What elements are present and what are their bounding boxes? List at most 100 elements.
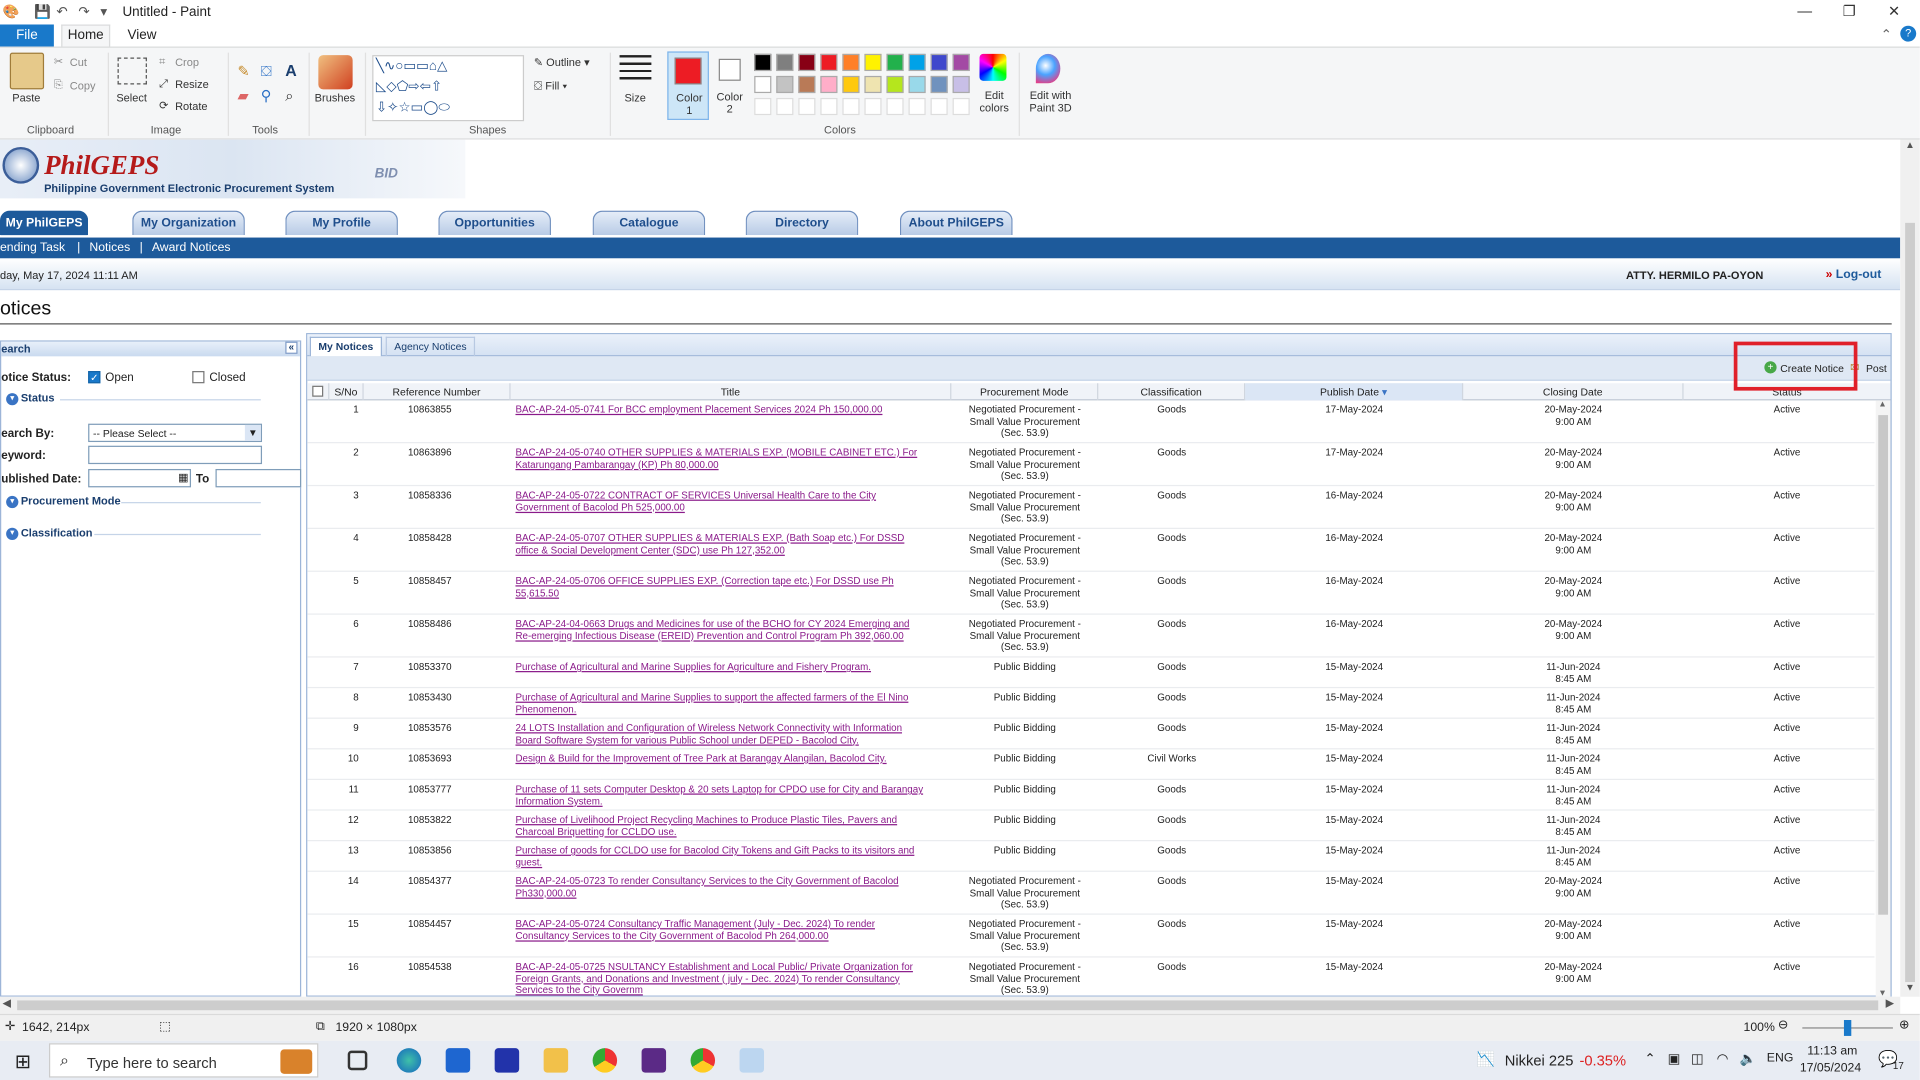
scroll-down-icon[interactable]: ▼ <box>1905 982 1915 993</box>
col-reference-number[interactable]: Reference Number <box>364 383 511 401</box>
published-date-from-input[interactable]: ▦ <box>88 468 192 488</box>
palette-color-swatch[interactable] <box>754 53 772 72</box>
paint3d-icon[interactable] <box>1035 53 1061 84</box>
palette-empty-swatch[interactable] <box>930 97 948 116</box>
help-icon[interactable]: ? <box>1900 25 1917 42</box>
table-row[interactable]: 16 10854538 BAC-AP-24-05-0725 NSULTANCY Es… <box>307 958 1874 997</box>
paste-icon[interactable] <box>9 52 45 90</box>
undo-icon[interactable]: ↶ <box>56 4 67 20</box>
palette-color-swatch[interactable] <box>754 75 772 94</box>
table-row[interactable]: 7 10853370 Purchase of Agricultural and Ma… <box>307 658 1875 689</box>
col-title[interactable]: Title <box>511 383 952 401</box>
expand-status-icon[interactable]: ▾ <box>6 393 19 406</box>
text-tool-icon[interactable]: A <box>285 61 296 79</box>
tray-chevron-icon[interactable]: ⌃ <box>1644 1051 1655 1067</box>
pdf-app-icon[interactable] <box>641 1048 667 1073</box>
minimize-icon[interactable]: — <box>1797 2 1812 19</box>
cell-title-link[interactable]: Purchase of Agricultural and Marine Supp… <box>515 692 948 715</box>
table-row[interactable]: 10 10853693 Design & Build for the Improve… <box>307 749 1875 781</box>
palette-color-swatch[interactable] <box>952 53 970 72</box>
procurement-mode-section-label[interactable]: Procurement Mode <box>21 495 121 507</box>
palette-color-swatch[interactable] <box>952 75 970 94</box>
palette-color-swatch[interactable] <box>886 75 904 94</box>
outline-button[interactable]: ✎ Outline ▾ <box>534 56 590 69</box>
subnav-pending-task[interactable]: ending Task <box>0 238 65 259</box>
size-button[interactable]: Size <box>624 92 645 104</box>
subnav-award-notices[interactable]: Award Notices <box>152 238 231 259</box>
table-row[interactable]: 4 10858428 BAC-AP-24-05-0707 OTHER SUPPLIE… <box>307 529 1875 572</box>
mail-icon[interactable] <box>445 1048 471 1073</box>
scroll-down-icon[interactable]: ▼ <box>1878 989 1886 996</box>
classification-section-label[interactable]: Classification <box>21 527 93 539</box>
cell-title-link[interactable]: BAC-AP-24-05-0723 To render Consultancy … <box>515 876 948 899</box>
grid-scrollbar[interactable]: ▲ ▼ <box>1875 400 1891 997</box>
scroll-up-icon[interactable]: ▲ <box>1905 140 1915 151</box>
col-procurement-mode[interactable]: Procurement Mode <box>951 383 1099 401</box>
resize-button[interactable]: Resize <box>175 78 209 90</box>
cell-title-link[interactable]: Purchase of 11 sets Computer Desktop & 2… <box>515 784 948 807</box>
table-row[interactable]: 6 10858486 BAC-AP-24-04-0663 Drugs and Med… <box>307 615 1875 658</box>
save-icon[interactable]: 💾 <box>34 4 51 20</box>
palette-color-swatch[interactable] <box>820 75 838 94</box>
cell-title-link[interactable]: 24 LOTS Installation and Configuration o… <box>515 722 948 745</box>
scroll-left-icon[interactable]: ◀ <box>2 997 10 1010</box>
wifi-icon[interactable]: ◠ <box>1717 1051 1729 1067</box>
canvas-horizontal-scrollbar[interactable]: ◀ ▶ <box>0 996 1901 1014</box>
table-row[interactable]: 14 10854377 BAC-AP-24-05-0723 To render Co… <box>307 872 1875 915</box>
palette-color-swatch[interactable] <box>908 53 926 72</box>
tab-file[interactable]: File <box>0 24 54 47</box>
nav-about-philgeps[interactable]: About PhilGEPS <box>899 210 1013 236</box>
cell-title-link[interactable]: BAC-AP-24-05-0724 Consultancy Traffic Ma… <box>515 918 948 941</box>
fill-bucket-icon[interactable]: ⛋ <box>261 62 272 80</box>
volume-icon[interactable]: 🔈 <box>1740 1051 1757 1067</box>
chevron-down-icon[interactable]: ▼ <box>244 424 261 441</box>
fill-button[interactable]: ⛋ Fill ▾ <box>534 80 567 93</box>
cell-title-link[interactable]: BAC-AP-24-05-0706 OFFICE SUPPLIES EXP. (… <box>515 576 948 599</box>
palette-empty-swatch[interactable] <box>908 97 926 116</box>
cut-icon[interactable]: ✂ <box>54 55 63 68</box>
brushes-icon[interactable] <box>318 55 353 90</box>
cell-title-link[interactable]: Design & Build for the Improvement of Tr… <box>515 753 948 765</box>
maximize-icon[interactable]: ❐ <box>1843 2 1856 19</box>
nav-my-philgeps[interactable]: My PhilGEPS <box>0 210 89 236</box>
palette-color-swatch[interactable] <box>776 53 794 72</box>
collapse-ribbon-icon[interactable]: ⌃ <box>1881 27 1892 43</box>
palette-empty-swatch[interactable] <box>820 97 838 116</box>
palette-color-swatch[interactable] <box>842 75 860 94</box>
windows-start-icon[interactable]: ⊞ <box>15 1049 31 1073</box>
logout-link[interactable]: » Log-out <box>1826 268 1882 281</box>
color1-button[interactable]: Color 1 <box>667 51 709 121</box>
select-button[interactable]: Select <box>116 92 147 104</box>
table-row[interactable]: 12 10853822 Purchase of Livelihood Project… <box>307 811 1875 842</box>
edit-colors-button[interactable]: Edit colors <box>980 89 1009 113</box>
open-checkbox[interactable]: ✓ <box>88 371 101 384</box>
rotate-button[interactable]: Rotate <box>175 100 207 112</box>
search-by-select[interactable]: -- Please Select -- ▼ <box>88 423 263 443</box>
table-row[interactable]: 15 10854457 BAC-AP-24-05-0724 Consultancy … <box>307 915 1875 958</box>
chrome-icon[interactable] <box>690 1048 716 1073</box>
table-row[interactable]: 3 10858336 BAC-AP-24-05-0722 CONTRACT OF S… <box>307 486 1875 529</box>
redo-icon[interactable]: ↷ <box>78 4 89 20</box>
stock-name[interactable]: Nikkei 225 <box>1505 1052 1574 1069</box>
col-publish-date[interactable]: Publish Date ▾ <box>1245 383 1464 401</box>
scroll-right-icon[interactable]: ▶ <box>1886 997 1894 1010</box>
palette-color-swatch[interactable] <box>842 53 860 72</box>
cell-title-link[interactable]: BAC-AP-24-05-0722 CONTRACT OF SERVICES U… <box>515 490 948 513</box>
scroll-up-icon[interactable]: ▲ <box>1878 400 1886 409</box>
zoom-in-icon[interactable]: ⊕ <box>1899 1019 1909 1032</box>
col-sno[interactable]: S/No <box>329 383 364 401</box>
cell-title-link[interactable]: BAC-AP-24-05-0740 OTHER SUPPLIES & MATER… <box>515 447 948 470</box>
palette-empty-swatch[interactable] <box>952 97 970 116</box>
paste-button[interactable]: Paste <box>12 92 40 104</box>
nav-directory[interactable]: Directory <box>745 210 859 236</box>
palette-empty-swatch[interactable] <box>754 97 772 116</box>
col-closing-date[interactable]: Closing Date <box>1463 383 1684 401</box>
table-row[interactable]: 1 10863855 BAC-AP-24-05-0741 For BCC emplo… <box>307 400 1875 444</box>
cut-button[interactable]: Cut <box>70 56 87 68</box>
brushes-button[interactable]: Brushes <box>315 92 355 104</box>
canvas-scroll-thumb[interactable] <box>1905 222 1915 983</box>
cell-title-link[interactable]: Purchase of Agricultural and Marine Supp… <box>515 661 948 673</box>
canvas-vertical-scrollbar[interactable]: ▲ ▼ <box>1900 139 1920 997</box>
chrome-icon[interactable] <box>592 1048 618 1073</box>
tray-app2-icon[interactable]: ◫ <box>1691 1051 1704 1067</box>
